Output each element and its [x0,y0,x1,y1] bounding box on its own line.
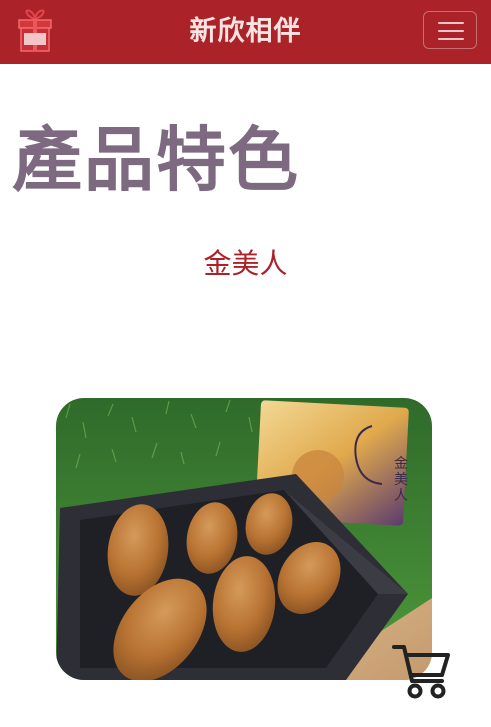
product-image: 金美人 [56,398,432,680]
top-navbar: 新欣相伴 [0,0,491,64]
brand-title[interactable]: 新欣相伴 [0,0,491,64]
shopping-cart-icon[interactable] [392,641,452,701]
menu-toggle-button[interactable] [423,11,477,49]
section-title: 產品特色 [12,119,300,201]
box-label: 金美人 [394,456,408,504]
hamburger-menu-icon [438,22,464,24]
product-name: 金美人 [203,247,288,280]
